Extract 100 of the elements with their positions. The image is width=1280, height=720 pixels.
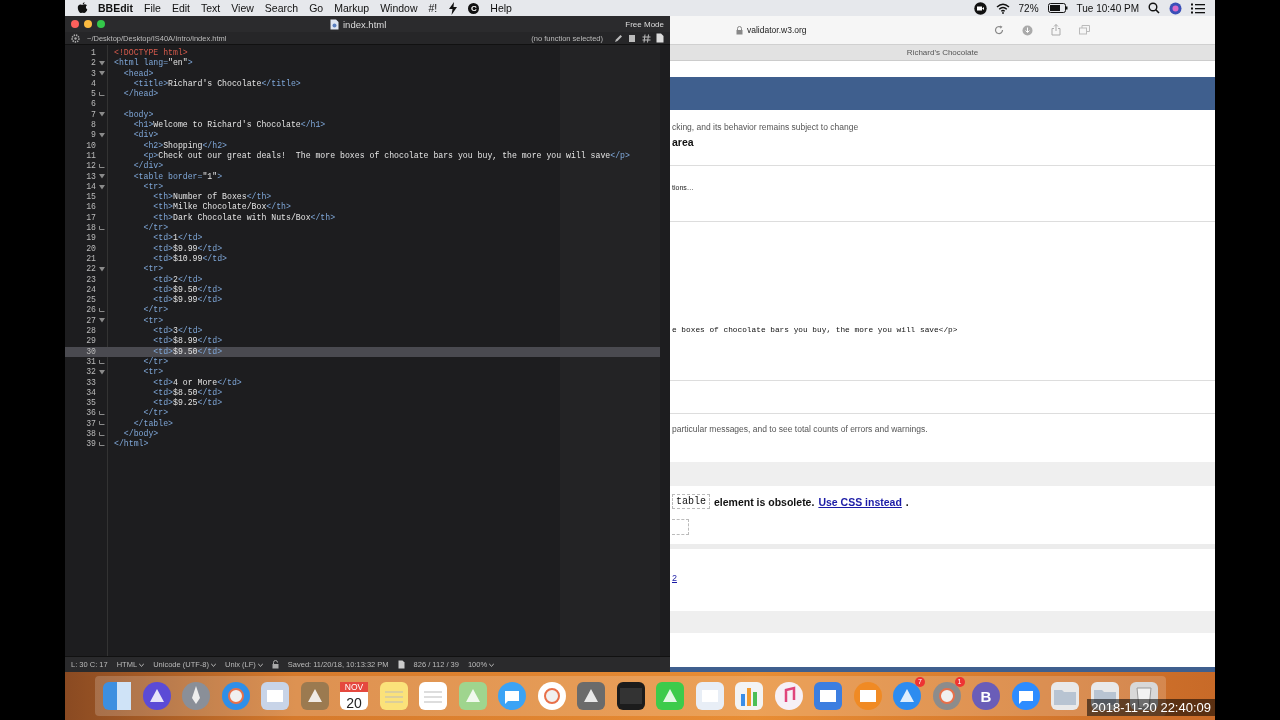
code-line: <td>$10.99</td> <box>152 253 228 265</box>
line-link[interactable]: 2 <box>672 573 1215 583</box>
window-title: index.html <box>343 18 387 30</box>
line-number: 24 <box>85 284 96 296</box>
terminal-icon[interactable] <box>614 680 647 712</box>
recording-timestamp: 2018-11-20 22:40:09 <box>1087 699 1215 716</box>
lock-icon[interactable] <box>271 660 279 669</box>
split-square-icon[interactable] <box>101 680 133 712</box>
list-icon[interactable] <box>1191 2 1205 14</box>
line-number: 15 <box>85 192 96 203</box>
code-line: <tr> <box>142 315 164 326</box>
line-number: 32 <box>85 367 96 378</box>
line-number: 28 <box>85 326 96 337</box>
line-number: 9 <box>90 130 96 141</box>
fold-triangle-icon[interactable] <box>99 133 105 138</box>
code-line: <title>Richard's Chocolate</title> <box>132 78 301 89</box>
line-number: 7 <box>90 109 96 121</box>
chevron-icon <box>257 662 263 667</box>
menu-item[interactable]: Help <box>490 2 512 14</box>
browser-tab[interactable]: Richard's Chocolate <box>906 48 979 57</box>
close-button[interactable] <box>71 20 79 28</box>
apple-icon[interactable] <box>77 2 88 14</box>
address-text[interactable]: validator.w3.org <box>747 25 807 35</box>
code-line: </body> <box>122 429 159 439</box>
element-code: table <box>672 494 710 509</box>
line-number: 38 <box>85 429 96 440</box>
lock-icon <box>736 25 743 35</box>
hash-icon[interactable] <box>642 33 651 43</box>
music-note-icon[interactable] <box>772 680 805 712</box>
pen-icon[interactable] <box>614 33 623 43</box>
line-number: 21 <box>85 253 96 265</box>
line-number: 6 <box>90 99 96 110</box>
menu-item[interactable]: Markup <box>334 2 370 14</box>
menu-item[interactable]: File <box>144 2 161 14</box>
menu-item[interactable]: Window <box>380 2 418 14</box>
zoom-button[interactable] <box>97 20 105 28</box>
circle-menu-icon[interactable]: C <box>468 2 480 14</box>
line-number: 19 <box>85 233 96 244</box>
code-extract <box>672 519 689 535</box>
code-line: </tr> <box>142 356 169 368</box>
line-number: 33 <box>85 377 96 388</box>
line-number: 14 <box>85 181 96 193</box>
code-line: </html> <box>114 439 149 450</box>
code-line: <html lang="en"> <box>114 58 193 69</box>
line-number: 27 <box>85 315 96 326</box>
fold-end-icon[interactable] <box>99 225 105 231</box>
search-icon[interactable] <box>1148 2 1160 14</box>
code-line: <!DOCTYPE html> <box>114 48 188 58</box>
app-menu[interactable]: BBEdit <box>98 2 133 14</box>
checklist-icon[interactable] <box>417 680 449 712</box>
code-line: <td>3</td> <box>152 326 203 336</box>
code-line: </head> <box>122 89 159 100</box>
code-line: <td>$9.99</td> <box>152 295 223 305</box>
code-line: <th>Number of Boxes</th> <box>152 192 272 202</box>
menu-item[interactable]: #! <box>428 2 438 14</box>
line-number: 16 <box>85 202 96 213</box>
reload-icon[interactable] <box>994 25 1004 35</box>
code-line: <tr> <box>142 181 164 192</box>
page-icon[interactable] <box>656 33 664 43</box>
line-number: 5 <box>90 89 96 100</box>
fold-triangle-icon[interactable] <box>99 266 105 272</box>
calendar-icon[interactable]: NOV 20 <box>338 680 370 712</box>
line-number: 29 <box>85 336 96 347</box>
script-menu-icon[interactable] <box>448 1 459 15</box>
fold-end-icon[interactable] <box>99 308 105 314</box>
fold-end-icon[interactable] <box>99 163 105 169</box>
document-icon[interactable] <box>628 33 637 43</box>
fold-triangle-icon[interactable] <box>99 318 105 324</box>
line-number: 25 <box>85 295 96 306</box>
chat-bubble-icon[interactable] <box>496 680 528 712</box>
minimize-button[interactable] <box>84 20 92 28</box>
fold-triangle-icon[interactable] <box>99 369 105 375</box>
code-line: <td>$9.50</td> <box>152 346 223 357</box>
menu-item[interactable]: Edit <box>171 2 190 14</box>
code-line: <td>$9.50</td> <box>152 284 223 295</box>
menu-clock[interactable]: Tue 10:40 PM <box>1076 2 1139 14</box>
code-line: <td>$8.50</td> <box>152 387 223 398</box>
code-line: </div> <box>132 161 164 172</box>
fold-end-icon[interactable] <box>99 359 105 365</box>
fold-end-icon[interactable] <box>99 91 105 97</box>
line-number: 34 <box>85 387 96 399</box>
code-line: <h1>Welcome to Richard's Chocolate</h1> <box>132 120 326 130</box>
line-number: 11 <box>85 150 96 162</box>
letter-badge-icon[interactable]: B <box>970 680 1002 712</box>
bar-chart-icon[interactable] <box>733 680 765 712</box>
fold-triangle-icon[interactable] <box>99 112 105 118</box>
menu-item[interactable]: Go <box>309 2 324 14</box>
section-heading: area <box>672 136 695 148</box>
camera-status-icon[interactable] <box>973 1 987 15</box>
wifi-icon[interactable] <box>995 2 1010 14</box>
code-line: <th>Dark Chocolate with Nuts/Box</th> <box>152 212 336 223</box>
line-number: 18 <box>85 223 96 234</box>
menu-item[interactable]: View <box>231 2 254 14</box>
line-number: 10 <box>85 140 96 151</box>
menu-item[interactable]: Search <box>264 2 299 14</box>
battery-icon[interactable] <box>1047 3 1068 13</box>
line-number: 12 <box>85 161 96 172</box>
menu-item[interactable]: Text <box>201 2 221 14</box>
css-link[interactable]: Use CSS instead <box>818 495 902 508</box>
notice-text: cking, and its behavior remains subject to change <box>672 122 860 132</box>
